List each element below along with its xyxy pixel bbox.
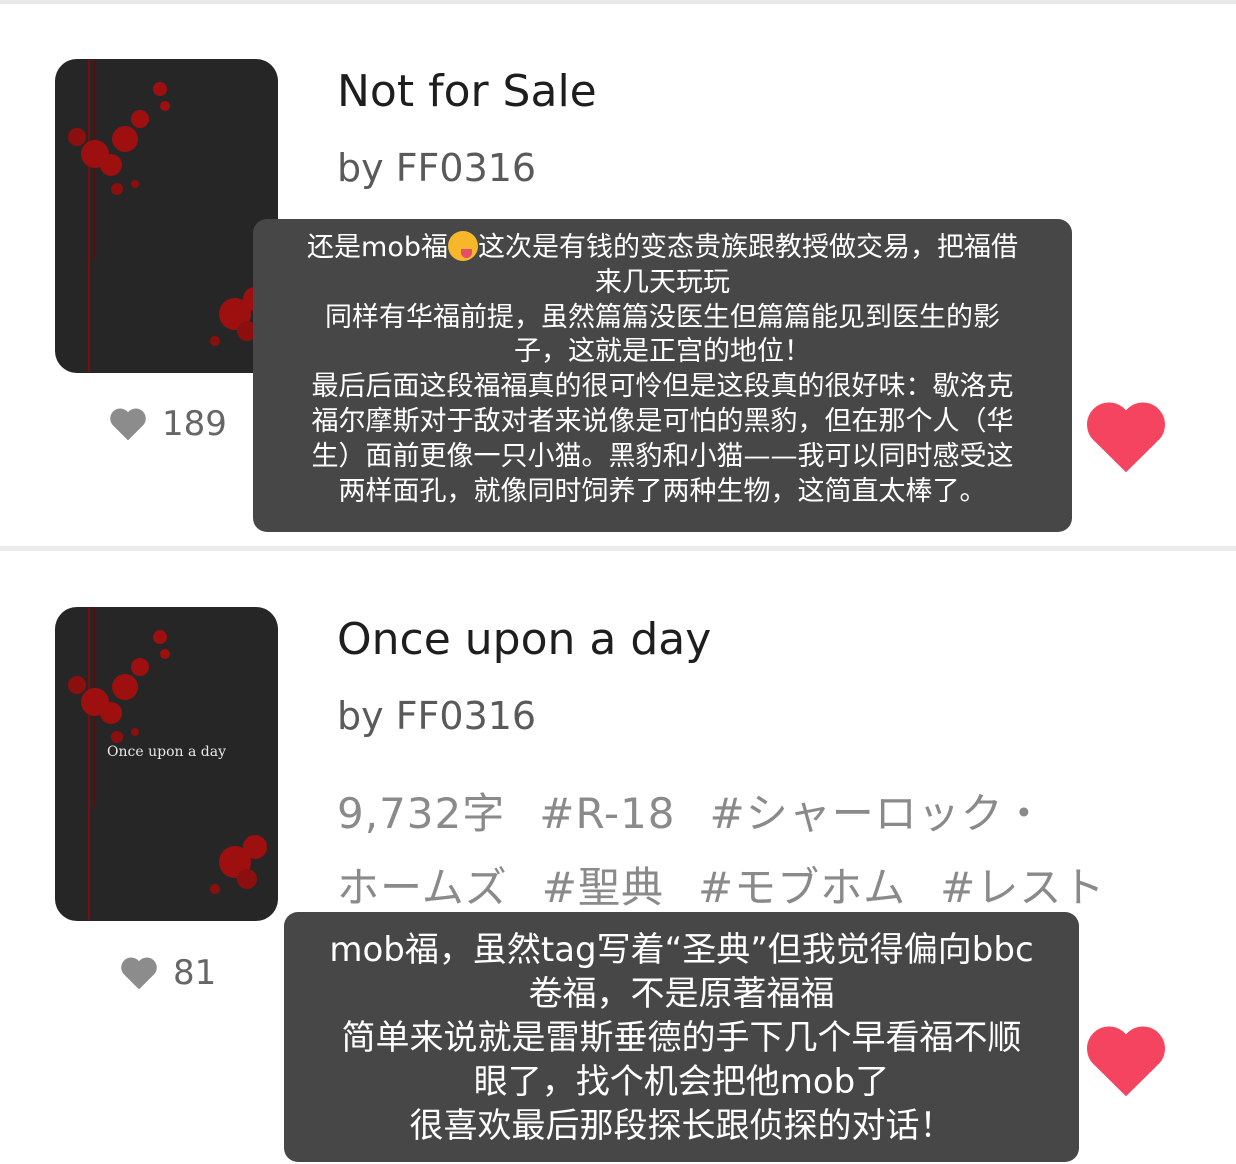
note-line: 还是mob福 这次是有钱的变态贵族跟教授做交易，把福借 [307,231,1018,263]
note-line: 来几天玩玩 [595,266,730,298]
section-divider [0,546,1236,551]
cover-art [68,607,267,921]
note-line: 卷福，不是原著福福 [528,974,835,1014]
work-cover-image[interactable]: Once upon a day [55,607,278,921]
like-heart-icon [110,408,146,441]
note-line: 最后后面这段福福真的很可怜但是这段真的很好味：歇洛克 [311,371,1014,403]
cover-art [68,59,267,373]
word-count: 9,732字 [337,789,506,838]
tag-link[interactable]: #シャーロック・ [710,789,1046,838]
like-count: 81 [119,953,216,993]
tag-link[interactable]: ホームズ [337,863,508,912]
note-line: 两样面孔，就像同时饲养了两种生物，这简直太棒了。 [338,475,987,507]
note-line: 眼了，找个机会把他mob了 [473,1062,890,1102]
tag-link[interactable]: #レスト [940,863,1105,912]
tag-link[interactable]: #モブホム [698,863,906,912]
work-author[interactable]: by FF0316 [337,694,536,738]
review-note: mob福，虽然tag写着“圣典”但我觉得偏向bbc 卷福，不是原著福福 简单来说… [284,912,1079,1162]
like-count-value: 189 [162,404,227,444]
tag-link[interactable]: #聖典 [542,863,664,912]
note-line: 简单来说就是雷斯垂德的手下几个早看福不顺 [341,1018,1022,1058]
favorite-heart-icon[interactable] [1083,1022,1169,1098]
favorite-heart-icon[interactable] [1083,398,1169,474]
note-line: 生）面前更像一只小猫。黑豹和小猫——我可以同时感受这 [311,440,1014,472]
tags-row: ホームズ #聖典 #モブホム #レスト [337,854,1139,915]
note-line: 福尔摩斯对于敌对者来说像是可怕的黑豹，但在那个人（华 [311,405,1014,437]
tags-row: 9,732字 #R-18 #シャーロック・ [337,780,1080,841]
review-note: 还是mob福 这次是有钱的变态贵族跟教授做交易，把福借 来几天玩玩 同样有华福前提… [253,219,1072,532]
work-cover-image[interactable] [55,59,278,373]
smiling-face-emoji-icon [447,231,478,261]
note-line: 子，这就是正宫的地位！ [514,336,811,368]
note-line: mob福，虽然tag写着“圣典”但我觉得偏向bbc [329,930,1034,970]
like-count: 189 [108,404,227,444]
tag-link[interactable]: #R-18 [539,789,675,838]
note-line: 同样有华福前提，虽然篇篇没医生但篇篇能见到医生的影 [325,301,1000,333]
note-line: 很喜欢最后那段探长跟侦探的对话！ [409,1106,954,1146]
like-heart-icon [121,957,157,990]
work-author[interactable]: by FF0316 [337,146,536,190]
work-title[interactable]: Once upon a day [337,614,711,665]
like-count-value: 81 [173,953,217,993]
work-title[interactable]: Not for Sale [337,66,597,117]
top-divider [0,0,1236,4]
cover-title-text: Once upon a day [107,744,226,760]
